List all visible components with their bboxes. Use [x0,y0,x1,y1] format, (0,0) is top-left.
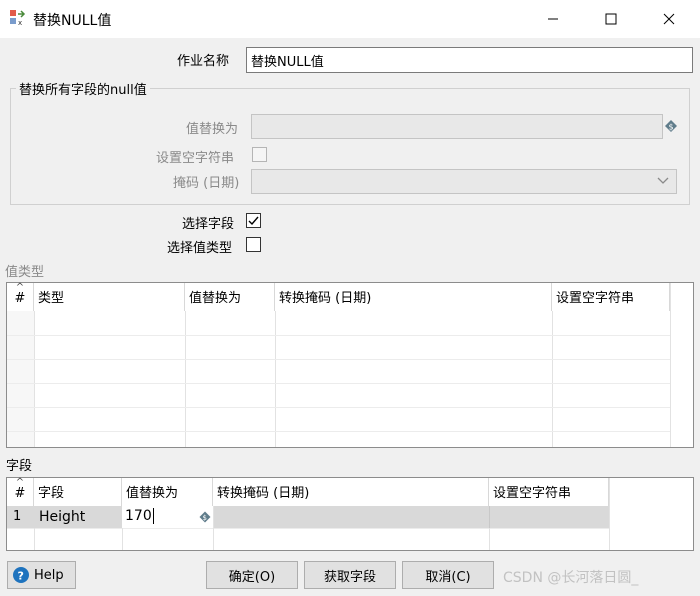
cancel-button[interactable]: 取消(C) [402,561,494,589]
fields-table[interactable]: ^ # 字段 值替换为 转换掩码 (日期) 设置空字符串 1 Height 17… [6,477,694,551]
mask-label: 掩码 (日期) [173,176,240,191]
get-fields-button[interactable]: 获取字段 [304,561,396,589]
maximize-button[interactable] [582,0,640,38]
grid-line [7,359,670,360]
grid-line [7,335,670,336]
select-fields-checkbox[interactable] [246,213,261,228]
select-fields-label: 选择字段 [182,217,235,232]
select-value-types-label: 选择值类型 [167,241,233,256]
close-button[interactable] [640,0,698,38]
grid-line [185,311,186,447]
grid-line [7,383,670,384]
grid-line [489,528,490,550]
grid-line [34,311,35,447]
chevron-down-icon [656,175,670,187]
replace-value-label: 值替换为 [186,122,239,137]
grid-line [7,407,670,408]
column-mask-header[interactable]: 转换掩码 (日期) [213,478,489,506]
job-name-label: 作业名称 [177,54,230,69]
window-title: 替换NULL值 [33,13,112,29]
grid-line [34,528,35,550]
grid-line [7,528,609,529]
value-types-table[interactable]: ^ # 类型 值替换为 转换掩码 (日期) 设置空字符串 [6,282,694,448]
minimize-icon [548,18,558,20]
column-type-header[interactable]: 类型 [34,283,185,311]
mask-cell[interactable] [213,506,489,528]
svg-text:$: $ [669,123,674,132]
set-empty-cell[interactable] [489,506,609,528]
svg-text:x: x [18,19,22,27]
value-types-title: 值类型 [5,265,45,280]
grid-line [7,431,670,432]
checkmark-icon [248,216,259,226]
grid-line [122,528,123,550]
column-mask-header[interactable]: 转换掩码 (日期) [275,283,552,311]
table-header[interactable]: ^ # [7,478,34,506]
svg-text:?: ? [18,570,24,583]
mask-select[interactable] [251,169,677,194]
replace-all-legend: 替换所有字段的null值 [16,79,150,98]
ok-button[interactable]: 确定(O) [206,561,298,589]
minimize-button[interactable] [524,0,582,38]
help-button-label: Help [34,567,64,583]
help-button[interactable]: ? Help [7,561,76,589]
select-value-types-checkbox[interactable] [246,237,261,252]
grid-line [275,311,276,447]
help-icon: ? [13,567,29,583]
watermark: CSDN @长河落日圆_ [503,570,639,586]
set-empty-checkbox[interactable] [252,147,267,162]
set-empty-label: 设置空字符串 [156,151,235,166]
column-number-header: # [14,291,26,306]
table-header[interactable]: ^ # [7,283,34,311]
column-set-empty-header[interactable]: 设置空字符串 [489,478,609,506]
close-icon [663,13,675,25]
job-name-input[interactable]: 替换NULL值 [246,47,693,73]
column-field-header[interactable]: 字段 [34,478,122,506]
field-name-cell[interactable]: Height [34,506,122,528]
column-number-header: # [14,486,26,501]
grid-line [213,528,214,550]
grid-line [670,283,671,447]
variable-icon[interactable]: $ [664,119,678,133]
maximize-icon [605,13,617,25]
grid-line [552,311,553,447]
replace-value-input[interactable] [251,114,663,139]
grid-line [609,478,610,550]
svg-text:$: $ [203,514,207,522]
column-replace-header[interactable]: 值替换为 [185,283,275,311]
pentaho-step-icon: x [9,9,27,27]
row-number-gutter [7,311,34,447]
variable-icon[interactable]: $ [199,511,211,523]
column-set-empty-header[interactable]: 设置空字符串 [552,283,670,311]
text-cursor [152,508,154,524]
row-number-cell: 1 [7,506,34,528]
column-replace-header[interactable]: 值替换为 [122,478,213,506]
replace-value-text: 170 [125,508,152,524]
fields-title: 字段 [6,459,33,474]
